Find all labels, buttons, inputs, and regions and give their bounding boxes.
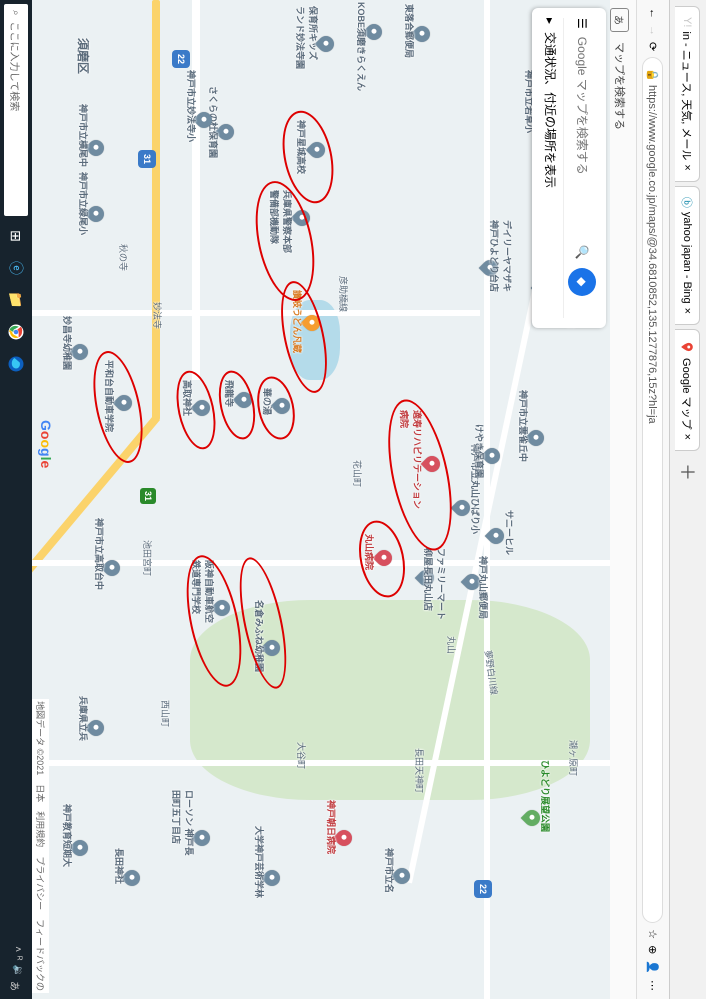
folder-icon[interactable]: 📁 — [3, 287, 29, 313]
tab-label: Google マップ — [680, 358, 696, 430]
menu-icon[interactable]: ⋯ — [647, 980, 660, 991]
edge-svg — [7, 355, 25, 373]
route-shield-22: 22 — [474, 880, 492, 898]
search-icon: ⌕ — [11, 10, 22, 16]
annotation-circle — [170, 367, 222, 453]
label-daily: デイリーヤマザキ 神戸ひよどり台店 — [488, 220, 514, 292]
label-kamitaka: 神戸市立高取台中 — [93, 518, 106, 590]
label-ubuki: 神戸市立雲雀丘中 — [517, 390, 530, 462]
area-nishi: 西山町 — [159, 700, 172, 727]
search-icon[interactable]: 🔍 — [575, 245, 589, 260]
ime-indicator[interactable]: あ — [611, 8, 630, 32]
area-ootani: 大谷町 — [295, 742, 308, 769]
road — [32, 760, 610, 766]
label-hyogo-ken: 兵庫県立兵 — [77, 696, 90, 741]
label-midori: 神戸市立緑尾小 — [77, 172, 90, 235]
map-canvas[interactable]: 22 22 31 31 22 神戸星城高校 兵庫県警察本部 警備部機動隊 讃岐う… — [32, 0, 610, 999]
label-univ: 神戸市立名 — [383, 848, 396, 893]
account-icon[interactable]: 👤 — [647, 960, 660, 974]
tab-strip: Y!in - ニュース, 天気, メール × ⓑyahoo japan - Bi… — [669, 0, 706, 999]
ie-icon[interactable]: ⓔ — [3, 255, 29, 281]
edge-icon[interactable] — [3, 351, 29, 377]
road-hiko: 彦助橋線 — [337, 276, 350, 312]
annotation-circle — [85, 347, 152, 468]
task-view-icon[interactable]: ⊞ — [3, 223, 29, 249]
area-myohoji: 妙法寺 — [151, 302, 164, 329]
label-myosho: 妙昌寺幼稚園 — [61, 316, 74, 370]
nearby-text[interactable]: 交通状況、付近の場所を表示 — [542, 32, 559, 188]
ime-label: マップを検索する — [612, 42, 628, 130]
tab-bing[interactable]: ⓑyahoo japan - Bing × — [676, 186, 701, 325]
map-search-panel: ☰ 🔍 ◆ ▸ 交通状況、付近の場所を表示 — [532, 8, 606, 328]
area-hanamachi: 花山町 — [351, 460, 364, 487]
label-asahi: 神戸朝日病院 — [325, 800, 338, 854]
area-maruyama: 丸山 — [445, 636, 458, 654]
area-ikeda: 池田宮町 — [141, 540, 154, 576]
label-familymart: ファミリーマート 柳屋長田丸山店 — [422, 548, 448, 620]
chrome-svg — [7, 323, 25, 341]
taskbar-search-text: ここに入力して検索 — [9, 22, 24, 112]
label-yokoo: 神戸市立横尾中 — [77, 104, 90, 167]
route-shield-31: 31 — [138, 150, 156, 168]
label-sunny: サニーヒル — [503, 510, 516, 555]
label-nagata: 長田神社 — [113, 848, 126, 884]
lock-icon: 🔒 — [647, 68, 659, 82]
route-shield-31: 31 — [140, 488, 156, 504]
tab-google-maps[interactable]: Google マップ × — [676, 329, 701, 451]
area-suma: 須磨区 — [75, 38, 92, 74]
label-toko-post: 東落合郵便局 — [403, 4, 416, 58]
close-icon[interactable]: × — [682, 308, 694, 314]
annotation-circle — [352, 516, 411, 601]
map-attribution: 地図データ ©2021 日本 利用規約 プライバシー フィードバックの — [32, 699, 49, 993]
label-kids: 保育所キッズ ランド妙法寺園 — [294, 6, 320, 69]
account-tray-icon[interactable]: ᴿ — [9, 956, 24, 961]
label-post: 神戸丸山郵便局 — [477, 556, 490, 619]
highway — [152, 0, 160, 420]
area-aki: 秋の寺 — [117, 244, 130, 271]
tab-label: in - ニュース, 天気, メール — [680, 31, 696, 160]
collections-icon[interactable]: ⊕ — [647, 945, 660, 954]
label-kobesuma: KOBE須磨きらくえん — [355, 2, 368, 91]
route-shield-22: 22 — [172, 50, 190, 68]
new-tab-button[interactable]: ＋ — [675, 455, 701, 489]
ime-a-icon[interactable]: あ — [9, 981, 24, 991]
label-lawson: ローソン 神戸長 田町五丁目店 — [170, 790, 196, 856]
address-bar: ← → ⟳ 🔒 https://www.google.co.jp/maps/@3… — [636, 0, 669, 999]
tab-label: yahoo japan - Bing — [682, 212, 694, 304]
maps-pin-icon — [681, 340, 695, 354]
road — [32, 310, 480, 316]
close-icon[interactable]: × — [682, 434, 694, 440]
hamburger-icon[interactable]: ☰ — [575, 18, 589, 29]
system-tray[interactable]: ˄ ᴿ 🔉 あ — [9, 938, 24, 999]
area-tenjin: 長田天神町 — [413, 748, 426, 793]
directions-icon[interactable]: ◆ — [568, 268, 596, 296]
taskbar: ⌕ ここに入力して検索 ⊞ ⓔ 📁 ˄ ᴿ 🔉 あ — [0, 0, 32, 999]
url-input[interactable]: 🔒 https://www.google.co.jp/maps/@34.6810… — [643, 57, 664, 923]
refresh-button[interactable]: ⟳ — [647, 42, 660, 51]
taskbar-search[interactable]: ⌕ ここに入力して検索 — [4, 4, 28, 216]
label-hiyodori: ひよどり展望公園 — [539, 760, 552, 832]
wifi-icon[interactable]: 🔉 — [9, 965, 24, 977]
google-logo: Google — [38, 420, 54, 468]
tab-yahoo[interactable]: Y!in - ニュース, 天気, メール × — [676, 6, 701, 182]
close-icon[interactable]: × — [682, 164, 694, 170]
label-univ2: 大学神戸芸術学林 — [253, 826, 266, 898]
area-shioga: 潮ヶ原町 — [567, 740, 580, 776]
label-kobe-edu: 神戸教育短期大 — [61, 804, 74, 867]
favorite-icon[interactable]: ☆ — [647, 929, 660, 939]
chevron-right-icon[interactable]: ▸ — [544, 18, 558, 24]
annotation-circle — [252, 373, 301, 443]
road — [192, 0, 200, 380]
back-button[interactable]: ← — [647, 8, 659, 19]
chrome-icon[interactable] — [3, 319, 29, 345]
search-input[interactable] — [571, 37, 593, 237]
label-myohoji-es: 神戸市立妙法寺小 — [185, 70, 198, 142]
url-text: https://www.google.co.jp/maps/@34.681085… — [647, 85, 659, 424]
label-keyaki: けやき保育園 — [473, 424, 486, 478]
annotation-circle — [213, 367, 261, 443]
chevron-up-icon[interactable]: ˄ — [9, 946, 24, 952]
forward-button[interactable]: → — [647, 25, 659, 36]
